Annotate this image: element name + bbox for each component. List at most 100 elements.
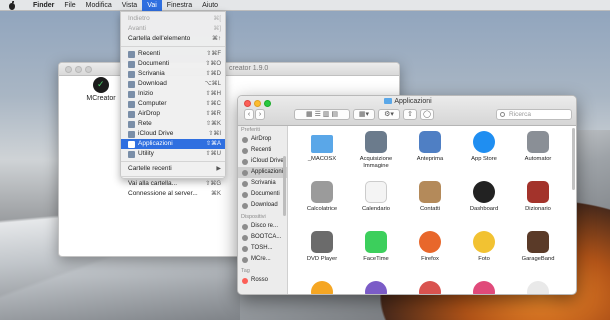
network-icon	[128, 120, 135, 128]
sidebar-item-download[interactable]: Download	[238, 200, 287, 211]
menu-modifica[interactable]: Modifica	[81, 0, 117, 11]
app-item-calcolatrice[interactable]: Calcolatrice	[294, 181, 350, 213]
vai-menu-item-documenti[interactable]: Documenti ⇧⌘O	[121, 59, 225, 69]
app-item-dvd-player[interactable]: DVD Player	[294, 231, 350, 263]
app-name: DVD Player	[306, 256, 338, 262]
sidebar-item-icon	[242, 277, 248, 284]
zoom-icon[interactable]	[85, 66, 92, 73]
vai-menu-label: Rete	[138, 120, 152, 127]
close-icon[interactable]	[65, 66, 72, 73]
app-item-contatti[interactable]: Contatti	[402, 181, 458, 213]
menu-finder[interactable]: Finder	[28, 0, 59, 11]
menu-vista[interactable]: Vista	[117, 0, 142, 11]
finder-title: Applicazioni	[238, 98, 576, 105]
sidebar-item-mcre[interactable]: MCre...	[238, 254, 287, 265]
app-icon	[365, 281, 387, 294]
sidebar-item-bootca[interactable]: BOOTCA...	[238, 232, 287, 243]
share-button[interactable]: ⇧	[403, 109, 417, 120]
forward-button[interactable]: ›	[255, 109, 265, 120]
download-icon	[128, 80, 135, 88]
acquisizione-immagine-icon	[365, 131, 387, 153]
vai-menu-shortcut: ⇧⌘C	[205, 101, 221, 107]
vai-menu-item-vai-alla-cartella[interactable]: Vai alla cartella... ⇧⌘G	[121, 179, 225, 189]
sidebar-item-tosh[interactable]: TOSH...	[238, 243, 287, 254]
vai-menu-item-recenti[interactable]: Recenti ⇧⌘F	[121, 49, 225, 59]
vai-menu-label: Connessione al server...	[128, 190, 198, 197]
finder-window: Applicazioni ‹ › ▦ ☰ ▥ ▤ ▦▾ ⚙▾ ⇧ ◯ Ricer…	[237, 95, 577, 295]
finder-titlebar[interactable]: Applicazioni ‹ › ▦ ☰ ▥ ▤ ▦▾ ⚙▾ ⇧ ◯ Ricer…	[238, 96, 576, 126]
sidebar-item-airdrop[interactable]: AirDrop	[238, 134, 287, 145]
app-name: Calcolatrice	[306, 206, 338, 212]
menu-bar: Finder File Modifica Vista Vai Finestra Aiuto	[0, 0, 610, 11]
vai-menu-item-inizio[interactable]: Inizio ⇧⌘H	[121, 89, 225, 99]
search-input[interactable]: Ricerca	[496, 109, 572, 120]
app-item-facetime[interactable]: FaceTime	[348, 231, 404, 263]
vai-menu-shortcut: ⇧⌘I	[208, 131, 221, 137]
sidebar-heading: Dispositivi	[241, 214, 266, 220]
menu-finestra[interactable]: Finestra	[162, 0, 197, 11]
anteprima-icon	[419, 131, 441, 153]
app-item-anteprima[interactable]: Anteprima	[402, 131, 458, 163]
content-scrollbar[interactable]	[572, 128, 575, 190]
vai-menu-item-scrivania[interactable]: Scrivania ⇧⌘D	[121, 69, 225, 79]
mcreator-logo-icon	[93, 77, 109, 93]
sidebar-item-icon	[242, 202, 248, 209]
mcreator-app[interactable]: MCreator	[86, 77, 116, 102]
airdrop-icon	[128, 110, 135, 118]
vai-menu-item-icloud-drive[interactable]: iCloud Drive ⇧⌘I	[121, 129, 225, 139]
app-item-calendario[interactable]: Calendario	[348, 181, 404, 213]
menu-vai[interactable]: Vai	[142, 0, 162, 11]
documents-icon	[128, 60, 135, 68]
app-item-dizionario[interactable]: Dizionario	[510, 181, 566, 213]
sidebar-item-documenti[interactable]: Documenti	[238, 189, 287, 200]
vai-menu-item-airdrop[interactable]: AirDrop ⇧⌘R	[121, 109, 225, 119]
sidebar-item-scrivania[interactable]: Scrivania	[238, 178, 287, 189]
app-item-dashboard[interactable]: Dashboard	[456, 181, 512, 213]
apple-icon[interactable]	[8, 0, 16, 10]
applications-icon	[128, 140, 135, 148]
app-item-app-store[interactable]: App Store	[456, 131, 512, 163]
back-button[interactable]: ‹	[244, 109, 254, 120]
sidebar-item-applicazioni[interactable]: Applicazioni	[238, 167, 287, 178]
vai-menu-item-cartelle-recenti[interactable]: Cartelle recenti ▶	[121, 164, 225, 174]
app-item-firefox[interactable]: Firefox	[402, 231, 458, 263]
sidebar-item-recenti[interactable]: Recenti	[238, 145, 287, 156]
sidebar-item-icloud-drive[interactable]: iCloud Drive	[238, 156, 287, 167]
vai-menu-item-rete[interactable]: Rete ⇧⌘K	[121, 119, 225, 129]
app-name: Firefox	[421, 256, 439, 262]
app-item-app[interactable]	[456, 281, 512, 294]
minimize-icon[interactable]	[75, 66, 82, 73]
sidebar-item-icon	[242, 147, 248, 154]
app-item-foto[interactable]: Foto	[456, 231, 512, 263]
vai-menu-item-download[interactable]: Download ⌥⌘L	[121, 79, 225, 89]
tag-button[interactable]: ◯	[420, 109, 434, 120]
app-icon	[473, 281, 495, 294]
action-gear-button[interactable]: ⚙▾	[378, 109, 400, 120]
app-name: GarageBand	[521, 256, 555, 262]
vai-menu-item-cartella-dell-elemento[interactable]: Cartella dell'elemento ⌘↑	[121, 34, 225, 44]
group-button[interactable]: ▦▾	[353, 109, 375, 120]
sidebar-scrollbar[interactable]	[283, 156, 286, 216]
menu-aiuto[interactable]: Aiuto	[197, 0, 223, 11]
firefox-icon	[419, 231, 441, 253]
app-icon	[527, 281, 549, 294]
vai-menu-item-utility[interactable]: Utility ⇧⌘U	[121, 149, 225, 159]
sidebar-item-disco-re[interactable]: Disco re...	[238, 221, 287, 232]
mcreator-titlebar[interactable]: creator 1.9.0	[59, 63, 399, 76]
app-item-app[interactable]	[402, 281, 458, 294]
app-item-garageband[interactable]: GarageBand	[510, 231, 566, 263]
app-item-macosx[interactable]: _MACOSX	[294, 131, 350, 163]
app-item-app[interactable]	[510, 281, 566, 294]
app-item-app[interactable]	[348, 281, 404, 294]
menu-file[interactable]: File	[59, 0, 80, 11]
view-mode-buttons[interactable]: ▦ ☰ ▥ ▤	[294, 109, 350, 120]
vai-menu-item-computer[interactable]: Computer ⇧⌘C	[121, 99, 225, 109]
vai-menu-shortcut: ⇧⌘F	[206, 51, 221, 57]
app-name: Calendario	[361, 206, 391, 212]
app-item-app[interactable]	[294, 281, 350, 294]
vai-menu-item-applicazioni[interactable]: Applicazioni ⇧⌘A	[121, 139, 225, 149]
vai-menu-item-connessione-al-server[interactable]: Connessione al server... ⌘K	[121, 189, 225, 199]
sidebar-item-rosso[interactable]: Rosso	[238, 275, 287, 286]
app-item-acquisizione-immagine[interactable]: Acquisizione Immagine	[348, 131, 404, 170]
app-item-automator[interactable]: Automator	[510, 131, 566, 163]
